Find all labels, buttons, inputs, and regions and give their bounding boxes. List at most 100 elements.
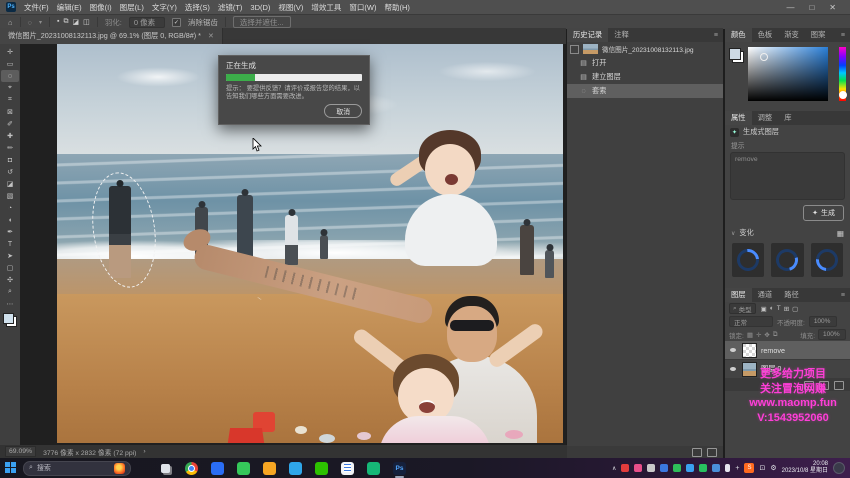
wechat-icon[interactable] — [315, 462, 328, 475]
search-highlight-image[interactable] — [114, 463, 125, 474]
variation-thumbnail-loading[interactable] — [732, 243, 764, 277]
tab-layers[interactable]: 图层 — [725, 288, 752, 302]
tray-icon[interactable] — [660, 464, 668, 472]
tray-icon[interactable] — [699, 464, 707, 472]
grid-view-icon[interactable]: ▦ — [837, 229, 844, 238]
saturation-brightness-field[interactable] — [748, 47, 828, 101]
menu-select[interactable]: 选择(S) — [185, 2, 210, 13]
visibility-eye-icon[interactable] — [730, 348, 736, 352]
chrome-icon[interactable] — [185, 462, 198, 475]
tray-icon[interactable] — [634, 464, 642, 472]
taskbar-search-input[interactable]: ⌕ 搜索 — [23, 461, 131, 476]
tab-gradients[interactable]: 渐变 — [778, 28, 805, 42]
feather-input[interactable]: 0 像素 — [129, 17, 165, 28]
type-tool[interactable]: T — [1, 238, 19, 250]
eraser-tool[interactable]: ◪ — [1, 178, 19, 190]
foreground-color-swatch[interactable] — [3, 313, 14, 324]
start-button[interactable] — [5, 462, 17, 474]
add-selection-icon[interactable]: ⧉ — [64, 18, 69, 26]
tray-chevron-icon[interactable]: ∧ — [612, 465, 616, 472]
frame-tool[interactable]: ⊠ — [1, 106, 19, 118]
lock-transparent-icon[interactable]: ▦ — [747, 331, 753, 339]
hue-marker[interactable] — [839, 91, 847, 99]
object-selection-tool[interactable]: ⌖ — [1, 82, 19, 94]
tab-history[interactable]: 历史记录 — [567, 28, 608, 42]
intersect-selection-icon[interactable]: ◫ — [83, 18, 90, 26]
sogou-input-icon[interactable]: S — [744, 463, 754, 473]
history-snapshot-row[interactable]: 微信图片_20231008132113.jpg — [567, 42, 723, 56]
color-swatches[interactable] — [3, 313, 17, 327]
lock-pixels-icon[interactable]: ✛ — [756, 331, 761, 339]
menu-help[interactable]: 帮助(H) — [385, 2, 410, 13]
notification-center-icon[interactable] — [833, 462, 845, 474]
clone-stamp-tool[interactable]: ◘ — [1, 154, 19, 166]
menu-edit[interactable]: 编辑(E) — [57, 2, 82, 13]
dodge-tool[interactable]: ◖ — [1, 214, 19, 226]
color-field-marker[interactable] — [760, 53, 768, 61]
tab-libraries[interactable]: 库 — [778, 111, 797, 125]
brush-tool[interactable]: ✏ — [1, 142, 19, 154]
history-brush-tool[interactable]: ↺ — [1, 166, 19, 178]
home-icon[interactable]: ⌂ — [8, 18, 13, 27]
plus-icon[interactable]: + — [735, 465, 739, 472]
layer-row-remove[interactable]: remove — [725, 341, 850, 360]
new-snapshot-icon[interactable] — [692, 448, 702, 457]
cancel-button[interactable]: 取消 — [324, 104, 362, 118]
folder-app-icon[interactable] — [263, 462, 276, 475]
cast-display-icon[interactable]: ⊡ — [759, 464, 765, 472]
close-button[interactable]: ✕ — [829, 3, 836, 12]
history-step-open[interactable]: ▤ 打开 — [567, 56, 723, 70]
tab-swatches[interactable]: 色板 — [752, 28, 779, 42]
fill-select[interactable]: 100% — [818, 329, 846, 340]
menu-view[interactable]: 视图(V) — [278, 2, 303, 13]
lock-all-icon[interactable]: ⧉ — [773, 331, 778, 339]
filter-type-icon[interactable]: T — [777, 305, 781, 313]
minimize-button[interactable]: — — [786, 3, 794, 12]
panel-menu-icon[interactable]: ≡ — [836, 288, 850, 302]
subtract-selection-icon[interactable]: ◪ — [73, 18, 80, 26]
photoshop-taskbar-icon[interactable]: Ps — [393, 462, 406, 475]
new-selection-icon[interactable]: ▪ — [57, 18, 59, 26]
panel-menu-icon[interactable]: ≡ — [709, 28, 723, 42]
filter-smart-icon[interactable]: ▢ — [792, 305, 798, 313]
crop-tool[interactable]: ⌗ — [1, 94, 19, 106]
telegram-app-icon[interactable] — [289, 462, 302, 475]
hue-slider[interactable] — [839, 47, 846, 101]
history-brush-source-icon[interactable] — [570, 45, 579, 54]
taskbar-clock[interactable]: 20:08 2023/10/8 星期日 — [782, 461, 828, 475]
menu-window[interactable]: 窗口(W) — [349, 2, 376, 13]
menu-3d[interactable]: 3D(D) — [250, 3, 270, 12]
pen-tool[interactable]: ✒ — [1, 226, 19, 238]
prompt-textarea[interactable]: remove — [730, 152, 845, 200]
filter-shape-icon[interactable]: ⊞ — [784, 305, 789, 313]
zoom-tool[interactable]: ⌕ — [1, 286, 19, 298]
task-view-button[interactable] — [159, 462, 172, 475]
quark-app-icon[interactable] — [211, 462, 224, 475]
tab-close-icon[interactable]: ✕ — [208, 32, 214, 40]
menu-filter[interactable]: 滤镜(T) — [218, 2, 243, 13]
history-step-make-layer[interactable]: ▤ 建立图层 — [567, 70, 723, 84]
green-app-2-icon[interactable] — [367, 462, 380, 475]
antialias-checkbox[interactable]: ✓ — [172, 18, 181, 27]
tray-icon[interactable] — [673, 464, 681, 472]
tool-preset-caret-icon[interactable]: ▾ — [39, 19, 42, 26]
menu-layer[interactable]: 图层(L) — [120, 2, 144, 13]
opacity-select[interactable]: 100% — [809, 316, 837, 327]
select-and-mask-button[interactable]: 选择并遮住... — [233, 16, 291, 28]
menu-type[interactable]: 文字(Y) — [152, 2, 177, 13]
tab-paths[interactable]: 路径 — [778, 288, 805, 302]
marquee-tool[interactable]: ▭ — [1, 58, 19, 70]
tab-notes[interactable]: 注释 — [608, 28, 635, 42]
healing-brush-tool[interactable]: ✚ — [1, 130, 19, 142]
path-selection-tool[interactable]: ➤ — [1, 250, 19, 262]
green-app-icon[interactable] — [237, 462, 250, 475]
tray-icon[interactable] — [621, 464, 629, 472]
fg-bg-swatches[interactable] — [729, 48, 744, 63]
microphone-icon[interactable] — [725, 464, 730, 472]
tray-icon[interactable] — [686, 464, 694, 472]
zoom-level-input[interactable]: 69.09% — [5, 446, 36, 457]
layer-name[interactable]: remove — [761, 346, 785, 355]
tray-icon[interactable] — [712, 464, 720, 472]
delete-state-icon[interactable] — [707, 448, 717, 457]
tray-icon[interactable] — [647, 464, 655, 472]
